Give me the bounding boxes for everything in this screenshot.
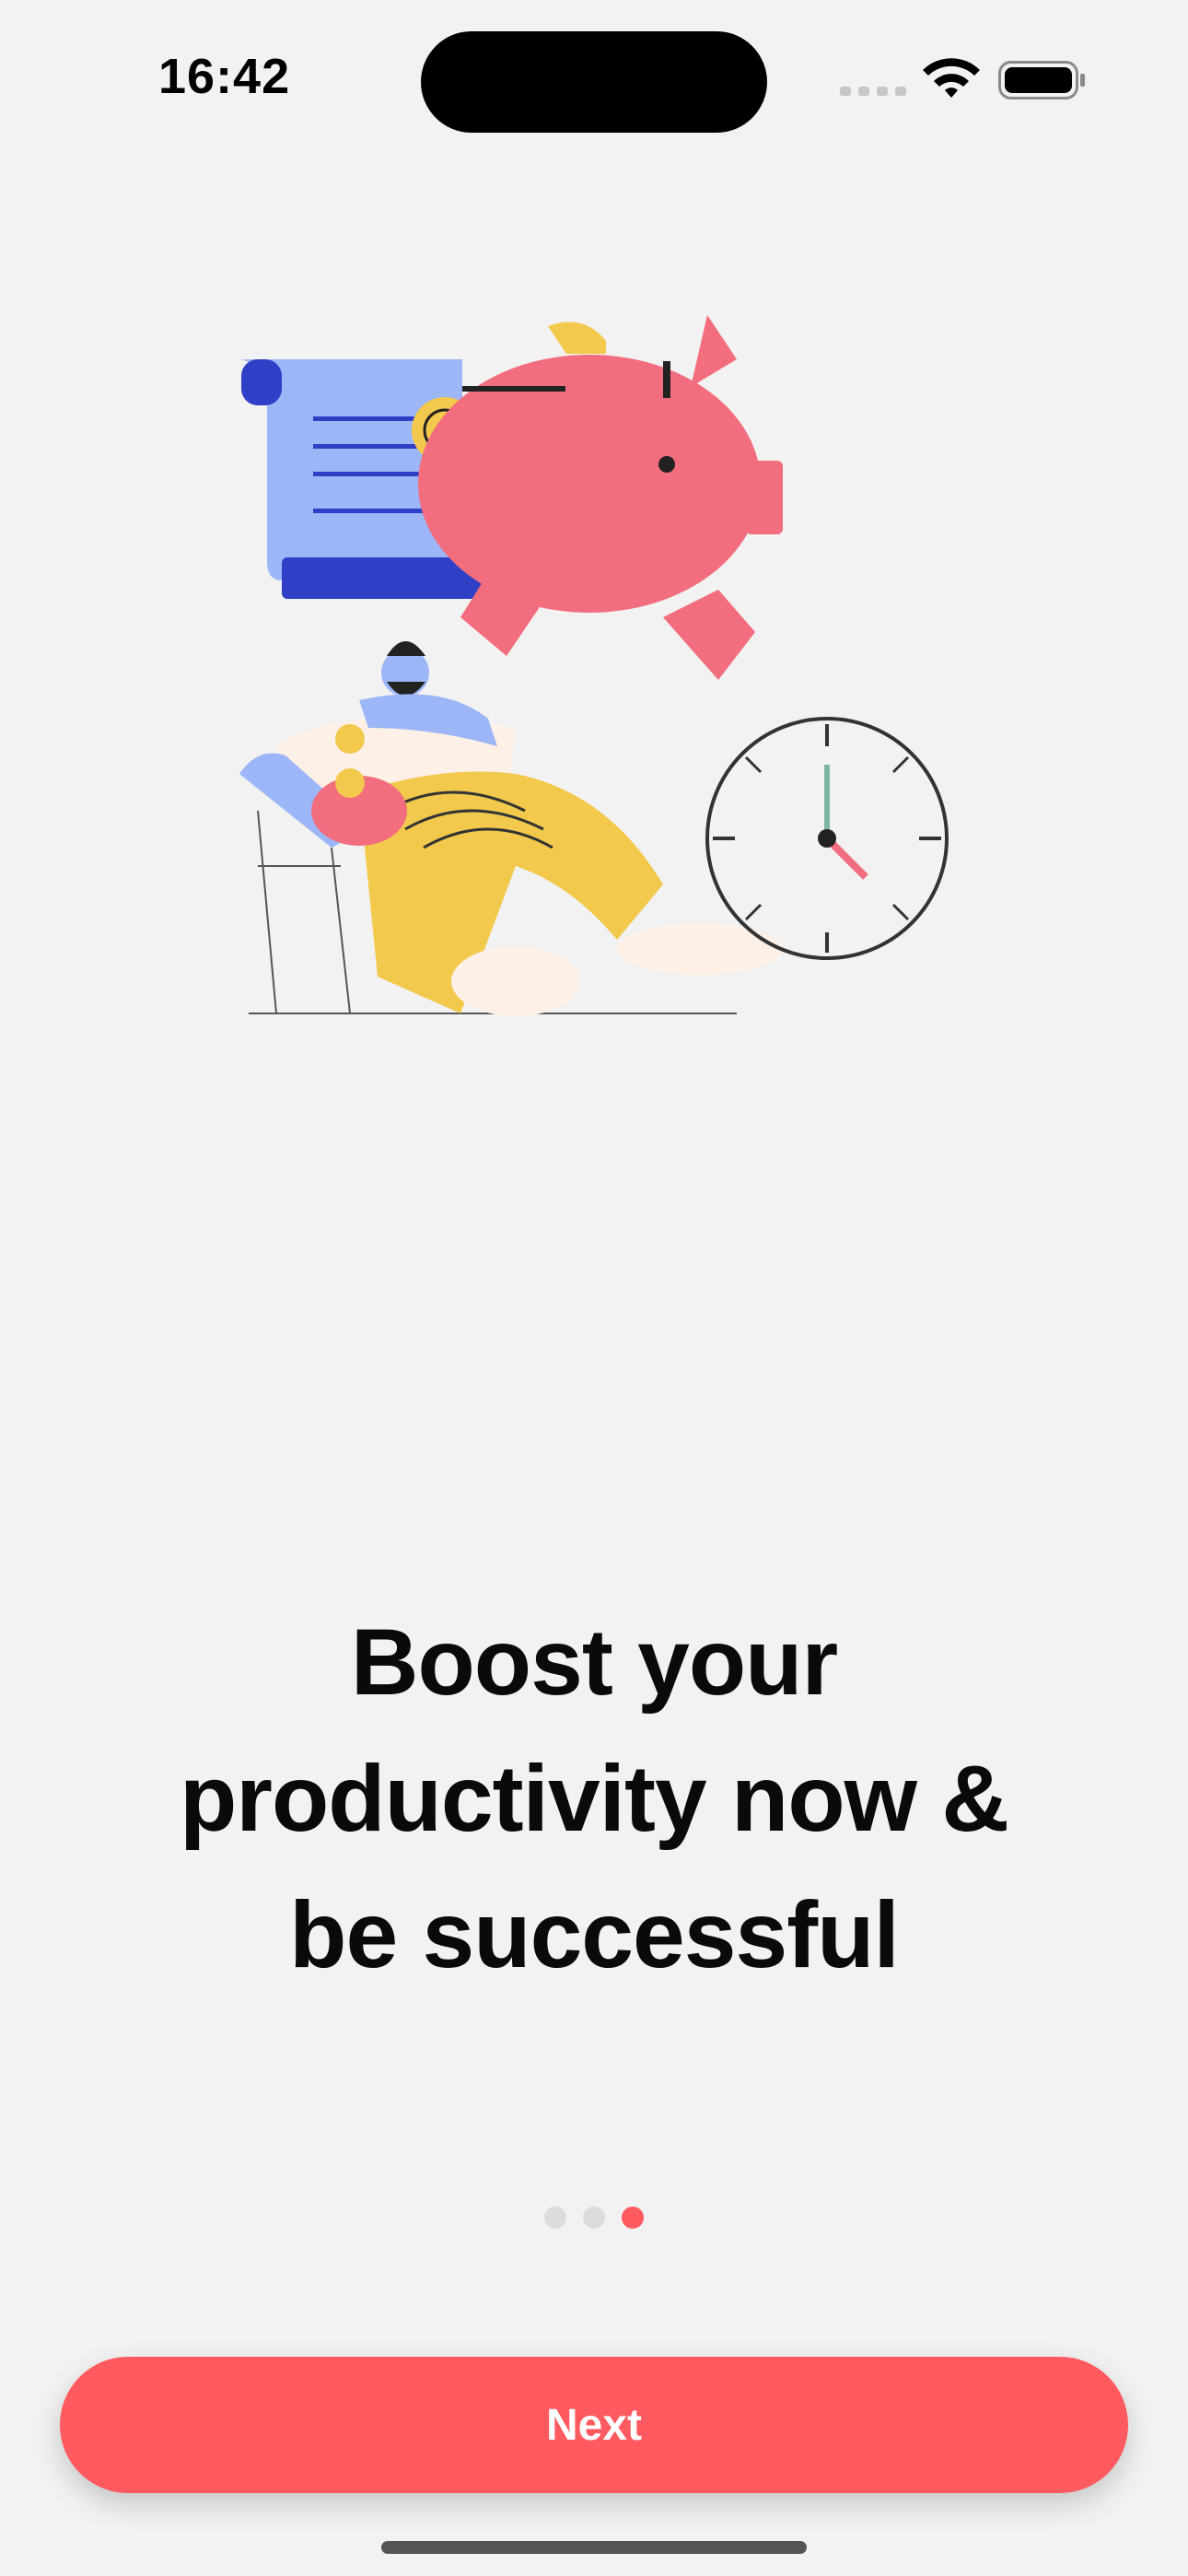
signal-icon	[840, 87, 906, 96]
page-dot-2[interactable]	[583, 2207, 605, 2229]
page-dot-1[interactable]	[544, 2207, 566, 2229]
battery-icon	[998, 61, 1085, 100]
next-button[interactable]: Next	[60, 2357, 1128, 2493]
dynamic-island	[421, 31, 767, 133]
wifi-icon	[923, 58, 980, 98]
page-dot-3-active[interactable]	[622, 2207, 644, 2229]
man-relaxing-icon	[239, 641, 783, 1016]
home-indicator[interactable]	[381, 2541, 807, 2554]
page-indicator	[0, 2207, 1188, 2234]
headline-line-3: be successful	[289, 1882, 900, 1987]
headline-line-1: Boost your	[350, 1610, 838, 1715]
piggy-bank-icon	[418, 315, 783, 680]
status-bar: 16:42	[0, 0, 1188, 157]
onboarding-headline: Boost your productivity now & be success…	[83, 1594, 1105, 2003]
status-time: 16:42	[158, 49, 291, 104]
headline-line-2: productivity now &	[180, 1746, 1009, 1851]
onboarding-illustration	[239, 315, 949, 1016]
clock-icon	[705, 717, 949, 960]
